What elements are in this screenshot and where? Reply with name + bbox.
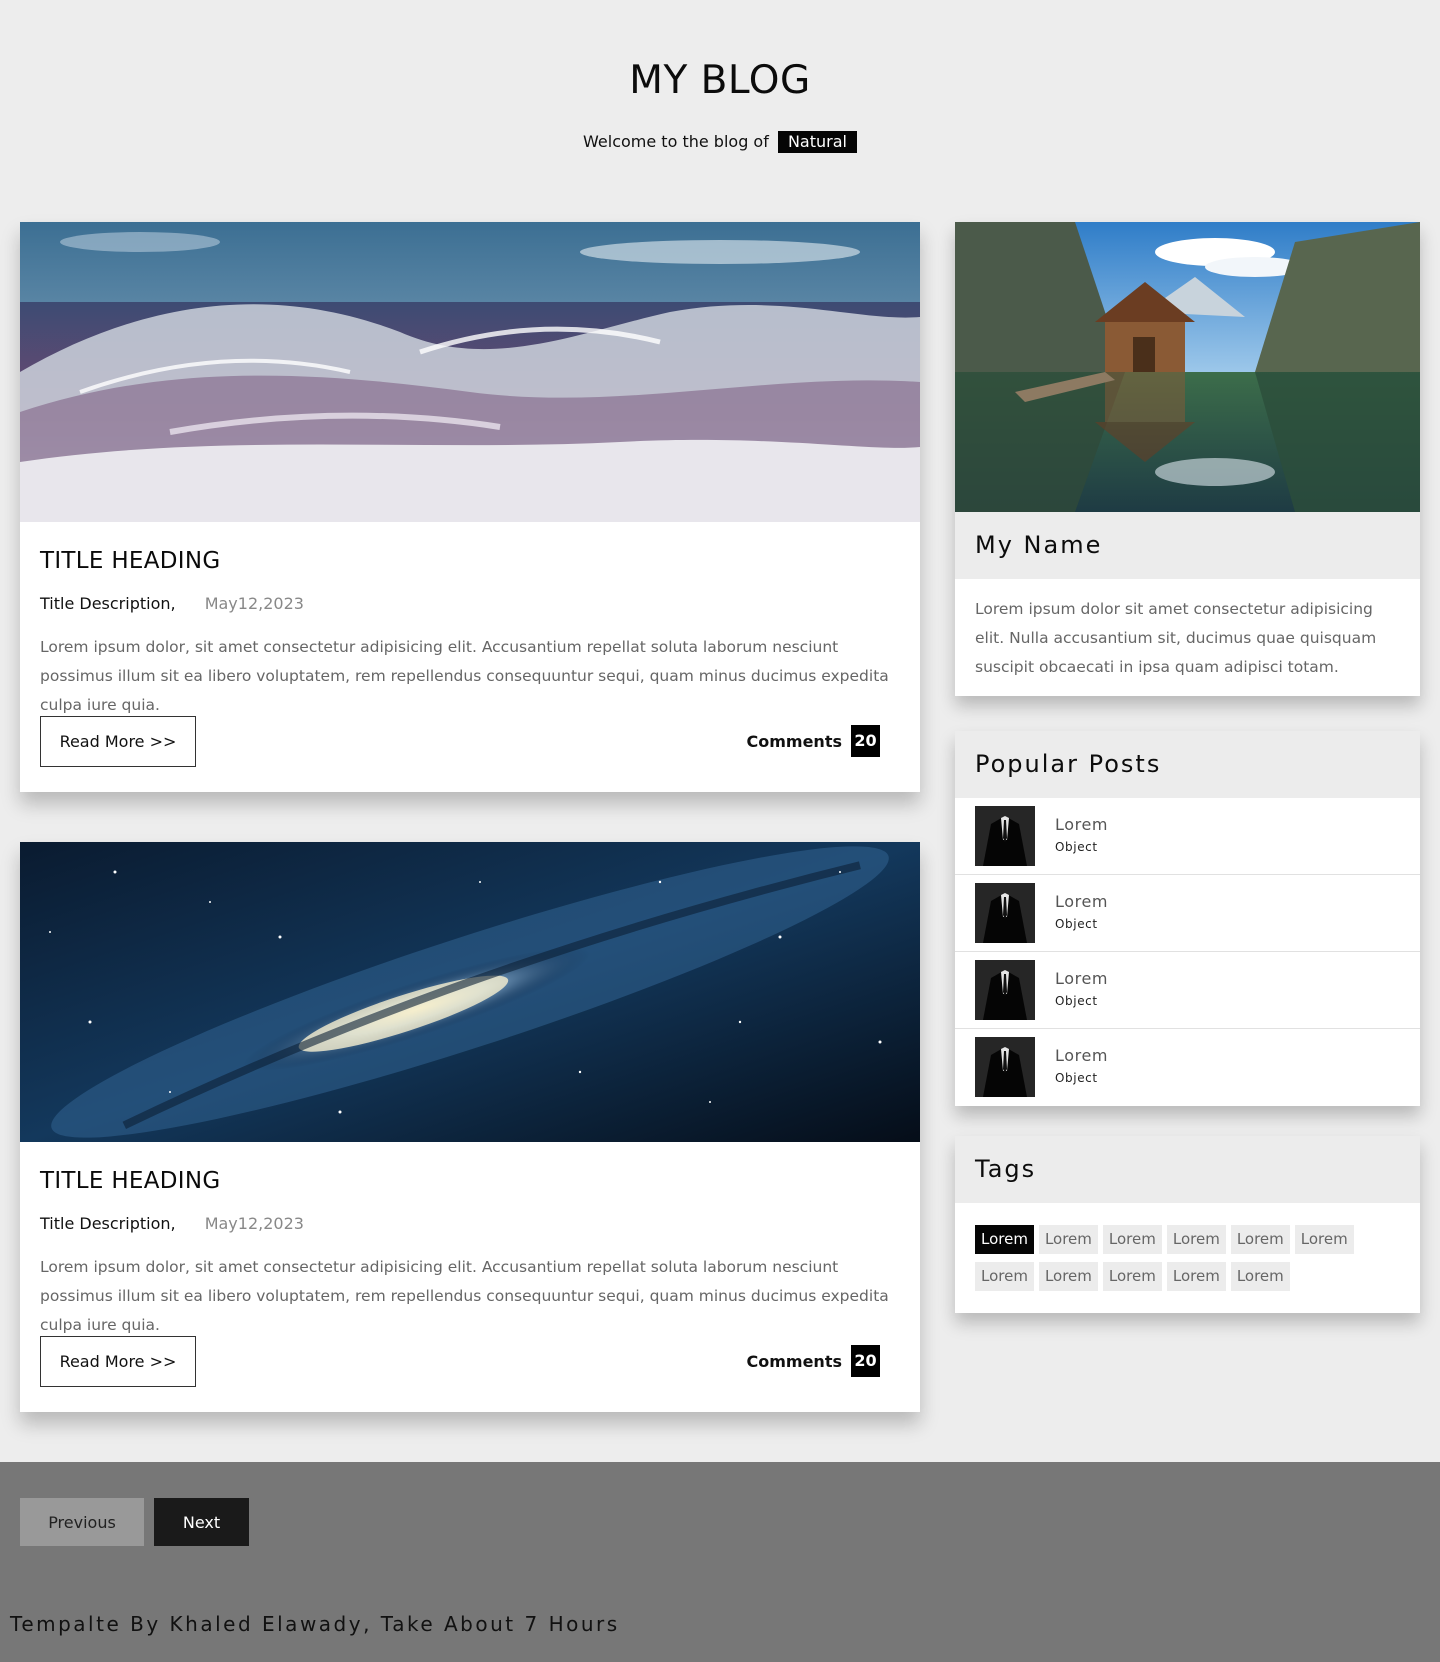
post-excerpt: Lorem ipsum dolor, sit amet consectetur …	[40, 638, 889, 714]
comments-count-badge: 20	[851, 1345, 880, 1377]
site-footer: Previous Next Tempalte By Khaled Elawady…	[0, 1462, 1440, 1662]
popular-posts-heading: Popular Posts	[955, 731, 1420, 798]
about-widget: My Name Lorem ipsum dolor sit amet conse…	[955, 222, 1420, 696]
comments-link[interactable]: Comments 20	[746, 1345, 880, 1377]
about-image-lake-cabin	[955, 222, 1420, 512]
site-title: MY BLOG	[629, 58, 811, 103]
popular-post-title: Lorem	[1055, 969, 1109, 988]
popular-post-title: Lorem	[1055, 1046, 1109, 1065]
post-description: Title Description,	[40, 1214, 176, 1233]
tag-chip[interactable]: Lorem	[1102, 1225, 1162, 1254]
popular-post-subtitle: Object	[1055, 917, 1098, 931]
tag-list: Lorem Lorem Lorem Lorem Lorem Lorem Lore…	[955, 1203, 1420, 1313]
tags-widget: Tags Lorem Lorem Lorem Lorem Lorem Lorem…	[955, 1136, 1420, 1313]
post-image-wave	[20, 222, 920, 522]
popular-post-subtitle: Object	[1055, 840, 1098, 854]
comments-label: Comments	[746, 731, 843, 751]
tag-chip[interactable]: Lorem	[1294, 1225, 1354, 1254]
post-date: May12,2023	[204, 594, 304, 613]
popular-post-thumbnail	[975, 883, 1035, 943]
tag-chip[interactable]: Lorem	[1230, 1262, 1290, 1291]
subtitle-badge: Natural	[777, 131, 857, 153]
popular-post-item[interactable]: Lorem Object	[955, 875, 1420, 952]
popular-post-title: Lorem	[1055, 815, 1109, 834]
tag-chip[interactable]: Lorem	[1166, 1262, 1226, 1291]
site-header: MY BLOG Welcome to the blog of Natural	[0, 0, 1440, 200]
about-name: My Name	[955, 512, 1420, 579]
popular-post-item[interactable]: Lorem Object	[955, 1029, 1420, 1106]
tag-chip[interactable]: Lorem	[1166, 1225, 1226, 1254]
popular-post-thumbnail	[975, 806, 1035, 866]
post-card: TITLE HEADING Title Description, May12,2…	[20, 842, 920, 1412]
popular-post-thumbnail	[975, 1037, 1035, 1097]
post-card: TITLE HEADING Title Description, May12,2…	[20, 222, 920, 792]
popular-post-thumbnail	[975, 960, 1035, 1020]
post-meta: Title Description, May12,2023	[40, 1214, 304, 1233]
tag-chip[interactable]: Lorem	[975, 1262, 1034, 1291]
previous-page-button[interactable]: Previous	[20, 1498, 144, 1546]
next-page-button[interactable]: Next	[154, 1498, 249, 1546]
read-more-button[interactable]: Read More >>	[40, 1336, 196, 1387]
subtitle-text: Welcome to the blog of	[583, 132, 769, 151]
comments-link[interactable]: Comments 20	[746, 725, 880, 757]
popular-post-subtitle: Object	[1055, 994, 1098, 1008]
post-image-galaxy	[20, 842, 920, 1142]
tag-chip[interactable]: Lorem	[975, 1225, 1034, 1254]
popular-post-subtitle: Object	[1055, 1071, 1098, 1085]
tag-chip[interactable]: Lorem	[1038, 1225, 1098, 1254]
popular-post-item[interactable]: Lorem Object	[955, 798, 1420, 875]
popular-posts-widget: Popular Posts Lorem Object Lorem Object …	[955, 731, 1420, 1106]
tag-chip[interactable]: Lorem	[1230, 1225, 1290, 1254]
tags-heading: Tags	[955, 1136, 1420, 1203]
tag-chip[interactable]: Lorem	[1038, 1262, 1098, 1291]
post-date: May12,2023	[204, 1214, 304, 1233]
read-more-button[interactable]: Read More >>	[40, 716, 196, 767]
post-title[interactable]: TITLE HEADING	[40, 1168, 221, 1194]
comments-label: Comments	[746, 1351, 843, 1371]
footer-credit: Tempalte By Khaled Elawady, Take About 7…	[10, 1612, 620, 1636]
popular-post-item[interactable]: Lorem Object	[955, 952, 1420, 1029]
post-title[interactable]: TITLE HEADING	[40, 548, 221, 574]
site-subtitle: Welcome to the blog of Natural	[0, 131, 1440, 153]
tag-chip[interactable]: Lorem	[1102, 1262, 1162, 1291]
post-meta: Title Description, May12,2023	[40, 594, 304, 613]
post-description: Title Description,	[40, 594, 176, 613]
popular-post-title: Lorem	[1055, 892, 1109, 911]
post-excerpt: Lorem ipsum dolor, sit amet consectetur …	[40, 1258, 889, 1334]
comments-count-badge: 20	[851, 725, 880, 757]
about-text: Lorem ipsum dolor sit amet consectetur a…	[975, 600, 1377, 676]
